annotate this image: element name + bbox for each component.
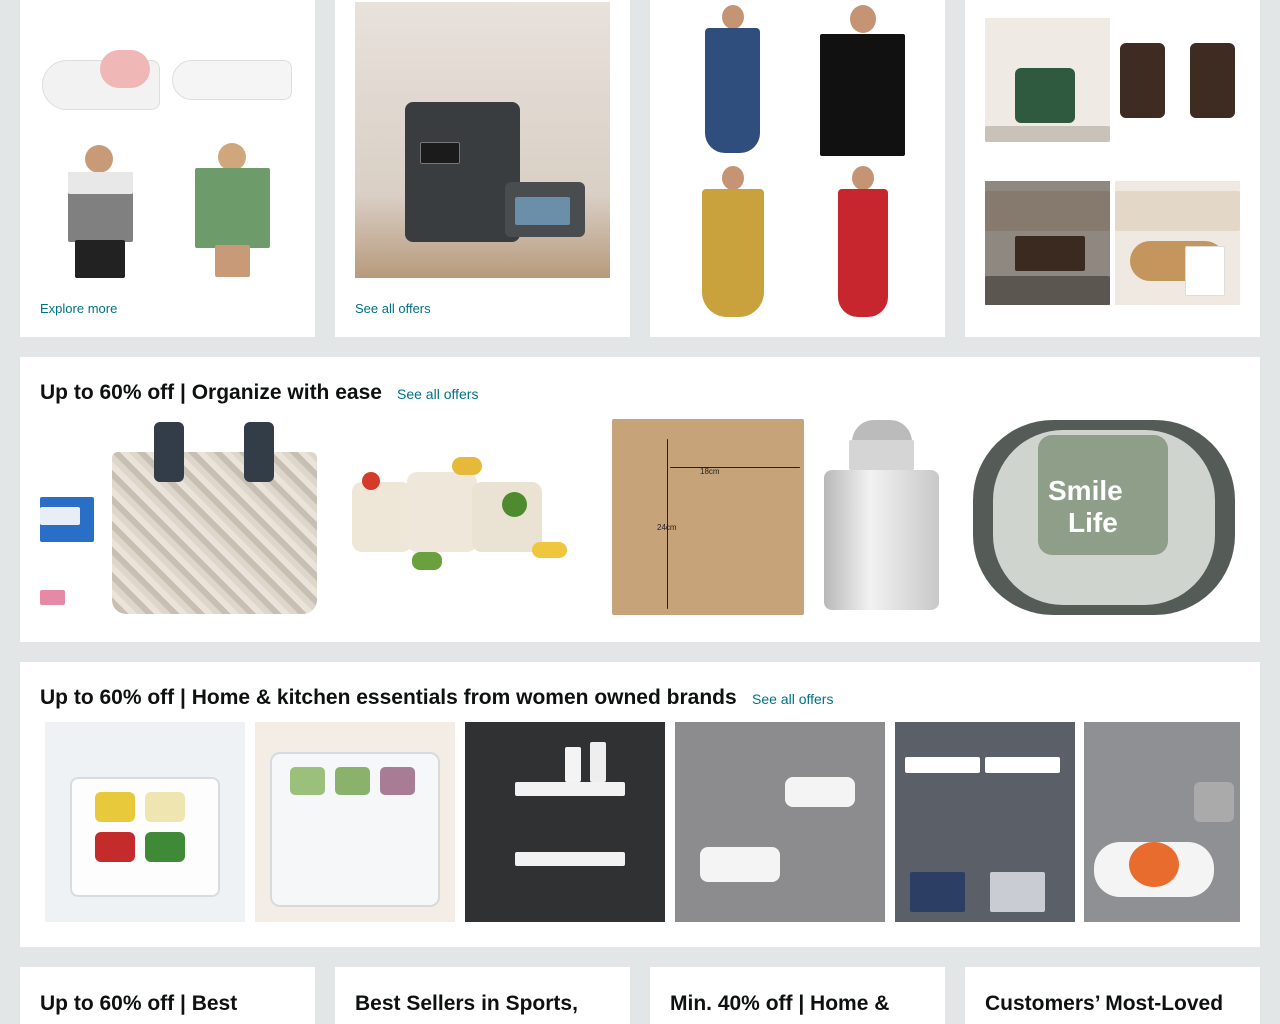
women-owned-row-title: Up to 60% off | Home & kitchen essential… (40, 686, 737, 709)
product-image-green-tshirt[interactable] (170, 140, 295, 280)
see-all-offers-link[interactable]: See all offers (355, 301, 431, 316)
card-best-sellers-sports: Best Sellers in Sports, Fitness & Outdoo… (335, 967, 630, 1024)
product-image-partial-item[interactable] (40, 427, 94, 607)
product-image-yellow-kurta[interactable] (670, 163, 795, 321)
organize-see-all-offers-link[interactable]: See all offers (397, 386, 478, 402)
card-electronics-offer: See all offers (335, 0, 630, 337)
product-image-soap-holder[interactable] (675, 722, 885, 922)
card-customers-most-loved: Customers’ Most-Loved products (965, 967, 1260, 1024)
card-title: Best Sellers in Sports, Fitness & Outdoo… (355, 992, 578, 1024)
explore-more-link[interactable]: Explore more (40, 301, 117, 316)
women-owned-row: Up to 60% off | Home & kitchen essential… (20, 662, 1260, 947)
card-home-kitchen-deals: Min. 40% off | Home & kitchen deals from (650, 967, 945, 1024)
product-image-red-kurta[interactable] (800, 163, 925, 321)
product-image-armchair[interactable] (985, 18, 1110, 142)
product-image-sneakers-white[interactable] (170, 20, 295, 120)
organize-row: Up to 60% off | Organize with ease See a… (20, 357, 1260, 642)
product-image-power-station[interactable] (355, 2, 610, 278)
product-image-center-table[interactable] (1115, 181, 1240, 305)
product-image-bathroom-rack[interactable] (895, 722, 1075, 922)
product-image-bathroom-shelf[interactable] (465, 722, 665, 922)
card-title: Up to 60% off | Best offers on kitchen (40, 992, 238, 1024)
card-furniture (965, 0, 1260, 337)
product-image-coffee-table[interactable] (985, 181, 1110, 305)
product-image-lunch-box[interactable]: Smile Life (968, 415, 1240, 617)
lunch-box-logo-line2: Life (1068, 507, 1118, 538)
product-image-soap-dish[interactable] (1084, 722, 1240, 922)
product-image-paper-bag[interactable]: 18cm 24cm (612, 419, 804, 615)
product-image-sneakers-pink[interactable] (40, 20, 165, 120)
women-owned-see-all-offers-link[interactable]: See all offers (752, 691, 833, 707)
product-image-fridge-organizer[interactable] (45, 722, 245, 922)
product-image-plastic-chairs[interactable] (1115, 18, 1240, 142)
product-image-storage-container[interactable] (255, 722, 455, 922)
card-title: Min. 40% off | Home & kitchen deals from (670, 992, 890, 1024)
product-image-polo-tshirt[interactable] (40, 140, 165, 280)
card-ethnic-wear (650, 0, 945, 337)
card-best-offers-kitchen: Up to 60% off | Best offers on kitchen (20, 967, 315, 1024)
product-image-blue-kurta[interactable] (670, 0, 795, 158)
product-image-woven-basket[interactable] (104, 417, 322, 617)
product-image-black-polo[interactable] (800, 0, 925, 158)
product-image-produce-bags[interactable] (332, 442, 602, 592)
product-image-steel-milk-can[interactable] (814, 415, 954, 617)
card-fashion-footwear: Explore more (20, 0, 315, 337)
lunch-box-logo-line1: Smile (1048, 475, 1123, 506)
organize-row-title: Up to 60% off | Organize with ease (40, 381, 382, 404)
card-title: Customers’ Most-Loved products (985, 992, 1224, 1024)
